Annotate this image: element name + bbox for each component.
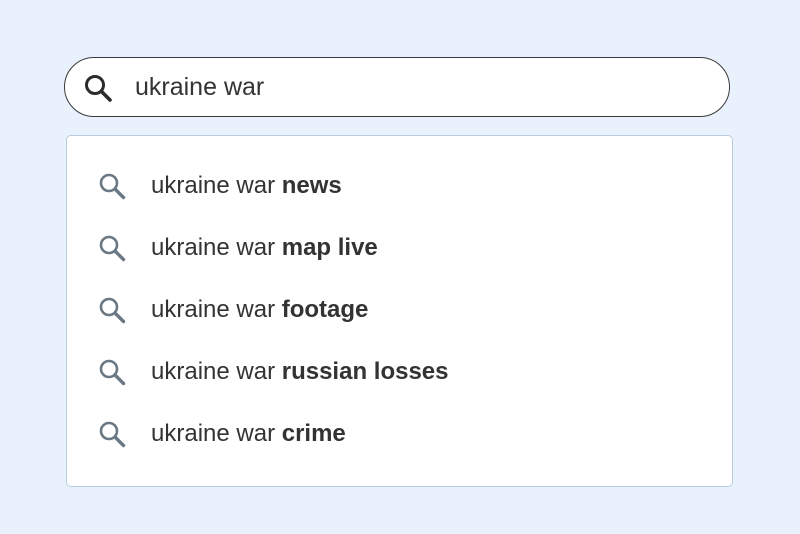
suggestion-completion: russian losses (281, 358, 449, 385)
search-bar[interactable] (64, 57, 730, 117)
suggestion-text: ukraine war map live (151, 233, 378, 263)
search-icon (97, 419, 127, 449)
suggestion-item-map-live[interactable]: ukraine war map live (67, 218, 732, 280)
search-icon (97, 171, 127, 201)
suggestion-item-russian-losses[interactable]: ukraine war russian losses (67, 342, 732, 404)
suggestion-text: ukraine war russian losses (151, 357, 449, 387)
search-icon[interactable] (83, 73, 113, 103)
suggestions-list: ukraine war news ukraine war map live uk… (67, 156, 732, 466)
suggestion-completion: footage (281, 296, 369, 323)
suggestion-completion: map live (281, 234, 378, 261)
suggestion-query: ukraine war (151, 296, 276, 323)
suggestion-item-news[interactable]: ukraine war news (67, 156, 732, 218)
suggestion-query: ukraine war (151, 358, 276, 385)
suggestion-completion: crime (281, 420, 346, 447)
suggestion-text: ukraine war news (151, 171, 342, 201)
suggestions-dropdown: ukraine war news ukraine war map live uk… (66, 135, 733, 487)
search-icon (97, 357, 127, 387)
suggestion-query: ukraine war (151, 172, 276, 199)
suggestion-text: ukraine war crime (151, 419, 346, 449)
suggestion-text: ukraine war footage (151, 295, 368, 325)
search-icon (97, 233, 127, 263)
search-icon (97, 295, 127, 325)
suggestion-item-crime[interactable]: ukraine war crime (67, 404, 732, 466)
suggestion-item-footage[interactable]: ukraine war footage (67, 280, 732, 342)
search-input[interactable] (135, 68, 695, 106)
suggestion-query: ukraine war (151, 420, 276, 447)
suggestion-query: ukraine war (151, 234, 276, 261)
suggestion-completion: news (281, 172, 342, 199)
